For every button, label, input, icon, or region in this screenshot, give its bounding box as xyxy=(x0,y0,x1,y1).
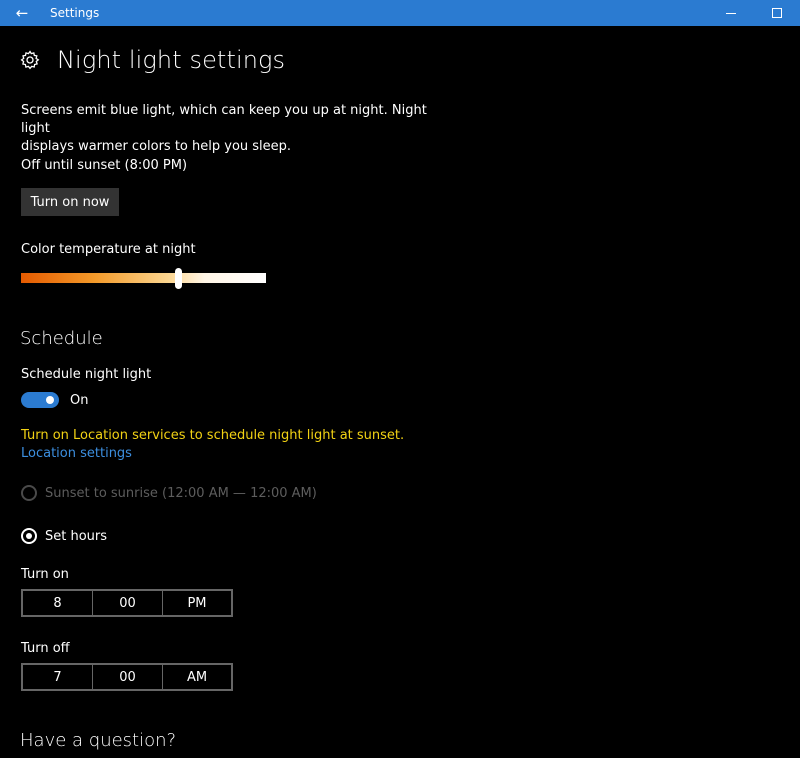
period-field[interactable]: AM xyxy=(163,665,231,689)
gear-icon xyxy=(20,50,40,70)
schedule-label: Schedule night light xyxy=(21,367,152,382)
toggle-knob xyxy=(46,396,54,404)
description-line: Screens emit blue light, which can keep … xyxy=(21,103,427,136)
minute-field[interactable]: 00 xyxy=(93,591,163,615)
period-field[interactable]: PM xyxy=(163,591,231,615)
title-bar: ← Settings xyxy=(0,0,800,26)
toggle-state-label: On xyxy=(70,393,89,408)
back-arrow-icon: ← xyxy=(15,4,29,22)
location-settings-link[interactable]: Location settings xyxy=(21,446,132,461)
color-temperature-label: Color temperature at night xyxy=(21,242,196,257)
turn-on-time-picker[interactable]: 8 00 PM xyxy=(21,589,233,617)
turn-on-label: Turn on xyxy=(21,567,69,582)
hour-field[interactable]: 7 xyxy=(23,665,93,689)
minimize-icon xyxy=(726,12,736,14)
maximize-icon xyxy=(772,8,782,18)
app-title: Settings xyxy=(50,6,100,20)
schedule-toggle[interactable] xyxy=(21,392,59,408)
page-title: Night light settings xyxy=(57,46,286,74)
turn-off-time-picker[interactable]: 7 00 AM xyxy=(21,663,233,691)
maximize-button[interactable] xyxy=(754,0,800,26)
slider-thumb[interactable] xyxy=(174,268,182,289)
page-header: Night light settings xyxy=(20,46,285,74)
hour-field[interactable]: 8 xyxy=(23,591,93,615)
window-controls xyxy=(708,0,800,26)
turn-on-now-button[interactable]: Turn on now xyxy=(21,188,119,216)
minute-field[interactable]: 00 xyxy=(93,665,163,689)
status-text: Off until sunset (8:00 PM) xyxy=(21,158,188,173)
radio-selected-dot xyxy=(26,533,32,539)
radio-sunset-to-sunrise[interactable]: Sunset to sunrise (12:00 AM — 12:00 AM) xyxy=(21,485,317,501)
schedule-section-title: Schedule xyxy=(20,328,103,349)
color-temperature-slider[interactable] xyxy=(21,273,266,283)
radio-label: Set hours xyxy=(45,528,108,544)
radio-button[interactable] xyxy=(21,485,37,501)
location-warning: Turn on Location services to schedule ni… xyxy=(21,428,405,443)
radio-label: Sunset to sunrise (12:00 AM — 12:00 AM) xyxy=(45,485,317,501)
description-line: displays warmer colors to help you sleep… xyxy=(21,139,292,154)
back-button[interactable]: ← xyxy=(0,0,44,26)
turn-off-label: Turn off xyxy=(21,641,70,656)
radio-button[interactable] xyxy=(21,528,37,544)
description: Screens emit blue light, which can keep … xyxy=(21,102,441,156)
minimize-button[interactable] xyxy=(708,0,754,26)
help-section-title: Have a question? xyxy=(20,730,177,751)
radio-set-hours[interactable]: Set hours xyxy=(21,528,107,544)
